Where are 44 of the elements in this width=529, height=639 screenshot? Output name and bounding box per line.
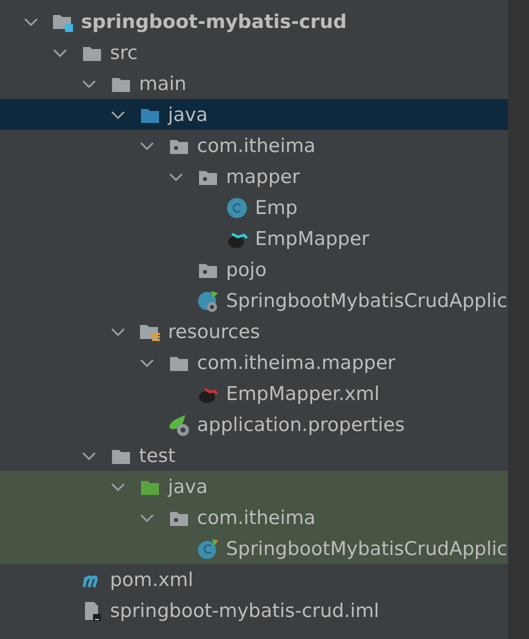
class-icon bbox=[226, 196, 248, 218]
tree-item-label: com.itheima bbox=[197, 506, 316, 528]
tree-item-label: java bbox=[168, 104, 208, 126]
tree-item-label: resources bbox=[168, 320, 260, 342]
tree-item-label: EmpMapper bbox=[255, 228, 370, 250]
tree-item-label: application.properties bbox=[197, 414, 405, 436]
tree-row[interactable]: src bbox=[0, 37, 508, 68]
tree-row[interactable]: java bbox=[0, 99, 508, 130]
tree-row[interactable]: com.itheima.mapper bbox=[0, 347, 508, 378]
class-icon bbox=[197, 538, 219, 560]
tree-row[interactable]: EmpMapper bbox=[0, 223, 508, 254]
tree-item-label: main bbox=[139, 72, 186, 94]
tree-item-label: SpringbootMybatisCrudApplic bbox=[226, 538, 508, 560]
tree-row[interactable]: main bbox=[0, 68, 508, 99]
tree-row[interactable]: EmpMapper.xml bbox=[0, 378, 508, 409]
tree-item-label: java bbox=[168, 476, 208, 498]
tree-row[interactable]: com.itheima bbox=[0, 502, 508, 533]
tree-row[interactable]: Emp bbox=[0, 192, 508, 223]
spring-leaf-icon bbox=[168, 414, 190, 436]
tree-row[interactable]: pojo bbox=[0, 254, 508, 285]
tree-item-label: src bbox=[110, 42, 138, 64]
tree-item-label: EmpMapper.xml bbox=[226, 382, 380, 404]
tree-item-label: Emp bbox=[255, 196, 298, 218]
tree-row[interactable]: SpringbootMybatisCrudApplic bbox=[0, 533, 508, 564]
spring-class-icon bbox=[197, 290, 219, 312]
tree-item-label: springboot-mybatis-crud.iml bbox=[110, 600, 380, 622]
tree-row[interactable]: com.itheima bbox=[0, 130, 508, 161]
tree-row[interactable]: springboot-mybatis-crud bbox=[0, 6, 508, 37]
tree-item-label: mapper bbox=[226, 166, 300, 188]
tree-row[interactable]: SpringbootMybatisCrudApplic bbox=[0, 285, 508, 316]
tree-item-label: test bbox=[139, 444, 176, 466]
tree-row[interactable]: java bbox=[0, 471, 508, 502]
tree-item-label: com.itheima bbox=[197, 134, 316, 156]
tree-row[interactable]: mapper bbox=[0, 161, 508, 192]
tree-row[interactable]: pom.xml bbox=[0, 564, 508, 595]
tree-row[interactable]: springboot-mybatis-crud.iml bbox=[0, 595, 508, 626]
tree-row[interactable]: resources bbox=[0, 316, 508, 347]
tree-item-label: pom.xml bbox=[110, 568, 194, 590]
tree-row[interactable]: application.properties bbox=[0, 409, 508, 440]
tree-item-label: com.itheima.mapper bbox=[197, 352, 396, 374]
tree-item-label: SpringbootMybatisCrudApplic bbox=[226, 290, 508, 312]
tree-item-label: springboot-mybatis-crud bbox=[81, 10, 347, 32]
tree-item-label: pojo bbox=[226, 258, 267, 280]
tree-row[interactable]: test bbox=[0, 440, 508, 471]
